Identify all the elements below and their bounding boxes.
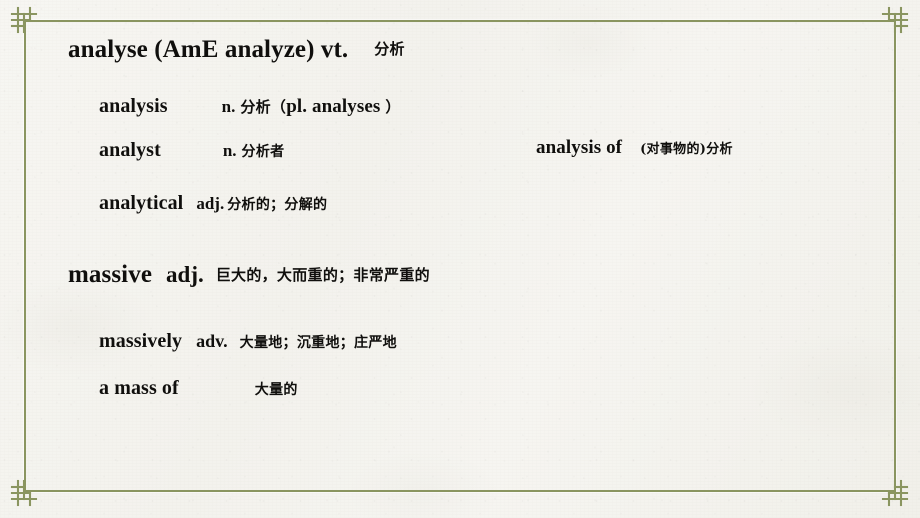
entry-a-mass-of: a mass of 大量的 (99, 377, 298, 400)
entry-massive: massive adj. 巨大的，大而重的；非常严重的 (68, 261, 430, 289)
entry-analysis-of: analysis of (对事物的)分析 (536, 137, 733, 159)
entry-massive-gloss: 巨大的，大而重的；非常严重的 (215, 266, 430, 284)
entry-massive-headword: massive (68, 261, 153, 288)
slide-canvas: analyse (AmE analyze) vt. 分析 analysis n. 分析… (0, 0, 920, 518)
entry-analytical: analytical adj. 分析的；分解的 (99, 192, 327, 215)
entry-analysis-plural: pl. analyses (286, 96, 381, 117)
entry-analyst-headword: analyst (99, 139, 161, 161)
entry-massively-gloss: 大量地；沉重地；庄严地 (239, 335, 397, 351)
entry-analyse-gloss: 分析 (374, 40, 405, 58)
entry-analytical-pos: adj. (196, 194, 225, 213)
vocabulary-list: analyse (AmE analyze) vt. 分析 analysis n. 分析… (0, 0, 920, 518)
entry-analyst-gloss: 分析者 (241, 144, 285, 160)
entry-analyse: analyse (AmE analyze) vt. 分析 (68, 36, 405, 64)
entry-analysis-headword: analysis (99, 95, 168, 117)
entry-analyse-headword: analyse (AmE analyze) vt. (68, 36, 349, 63)
entry-massively-pos: adv. (196, 331, 228, 351)
entry-a-mass-of-gloss: 大量的 (254, 382, 298, 398)
entry-massive-pos: adj. (166, 262, 204, 287)
entry-analyst: analyst n. 分析者 (99, 139, 284, 162)
entry-massively-headword: massively (99, 330, 183, 352)
entry-analysis-of-headword: analysis of (536, 137, 623, 158)
entry-analysis-gloss: 分析（ (240, 98, 287, 116)
entry-analyst-pos: n. (222, 141, 237, 160)
entry-analytical-gloss: 分析的；分解的 (227, 197, 328, 213)
entry-analysis: analysis n. 分析（pl. analyses） (99, 95, 401, 118)
entry-a-mass-of-headword: a mass of (99, 377, 179, 399)
entry-analytical-headword: analytical (99, 192, 184, 214)
entry-massively: massively adv. 大量地；沉重地；庄严地 (99, 330, 397, 353)
entry-analysis-gloss-tail: ） (385, 98, 401, 116)
entry-analysis-pos: n. (221, 97, 236, 116)
entry-analysis-of-gloss: (对事物的)分析 (640, 142, 733, 157)
